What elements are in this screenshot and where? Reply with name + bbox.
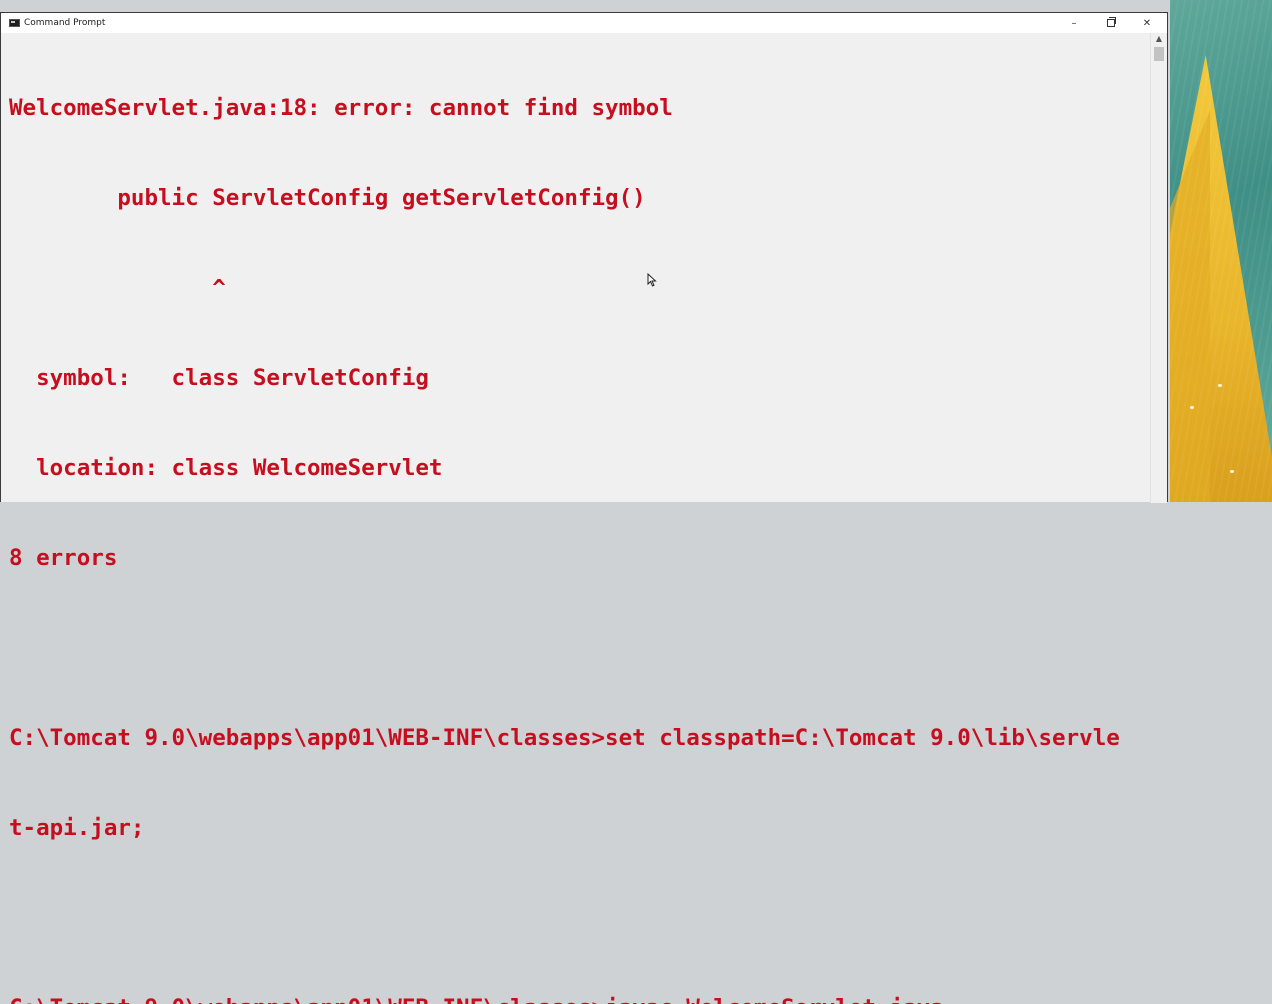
console-line: C:\Tomcat 9.0\webapps\app01\WEB-INF\clas… [9, 725, 1120, 751]
restore-icon [1107, 17, 1116, 27]
console-line: 8 errors [9, 545, 118, 571]
window-title: Command Prompt [24, 18, 106, 28]
minimize-button[interactable]: – [1056, 13, 1092, 33]
console-output[interactable]: WelcomeServlet.java:18: error: cannot fi… [1, 33, 1151, 1004]
maximize-button[interactable] [1093, 13, 1129, 33]
command-prompt-window[interactable]: Command Prompt – ✕ WelcomeServlet.java:1… [0, 12, 1168, 1004]
wallpaper-texture [1170, 0, 1272, 502]
console-line: symbol: class ServletConfig [9, 365, 429, 391]
title-bar[interactable]: Command Prompt – ✕ [1, 13, 1167, 33]
console-line: C:\Tomcat 9.0\webapps\app01\WEB-INF\clas… [9, 993, 1151, 1004]
console-line: ^ [9, 275, 226, 301]
wallpaper-dot [1230, 470, 1234, 473]
vertical-scrollbar[interactable]: ▲ [1150, 33, 1167, 503]
console-line: t-api.jar; [9, 815, 145, 841]
console-line: public ServletConfig getServletConfig() [9, 185, 646, 211]
console-app-icon [9, 19, 20, 27]
close-button[interactable]: ✕ [1129, 13, 1165, 33]
wallpaper-dot [1190, 406, 1194, 409]
console-line: WelcomeServlet.java:18: error: cannot fi… [9, 95, 673, 121]
desktop-wallpaper [1170, 0, 1272, 502]
scroll-thumb[interactable] [1154, 47, 1164, 61]
wallpaper-dot [1218, 384, 1222, 387]
scroll-up-arrow-icon[interactable]: ▲ [1151, 33, 1167, 45]
console-line: location: class WelcomeServlet [9, 455, 443, 481]
